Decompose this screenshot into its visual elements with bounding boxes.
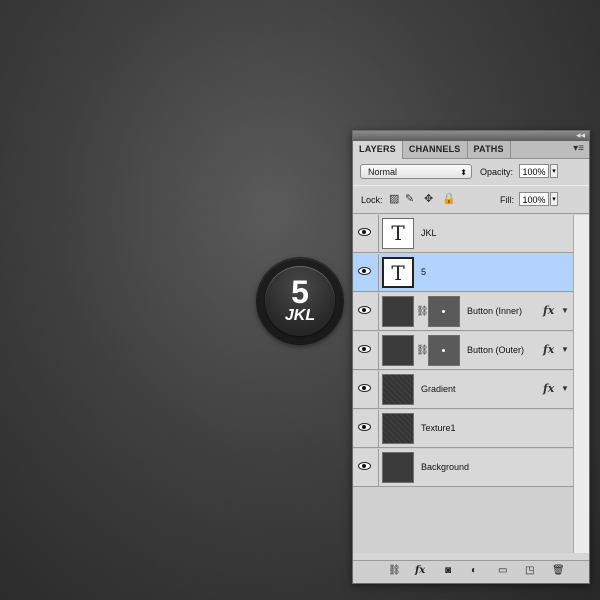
lock-position-icon[interactable]: ✥ [424, 193, 433, 205]
layer-name: Background [421, 462, 470, 472]
new-group-icon[interactable]: ▭ [498, 565, 507, 577]
layer-row[interactable]: Background [353, 449, 573, 487]
layer-name: JKL [421, 228, 437, 238]
blend-mode-select[interactable]: Normal ⬍ [360, 164, 472, 179]
expand-effects-icon[interactable]: ▼ [561, 345, 569, 354]
link-icon[interactable]: ⛓ [416, 345, 429, 356]
layer-thumbnail [382, 452, 414, 483]
fill-input[interactable]: 100% [519, 192, 549, 206]
visibility-toggle[interactable] [353, 410, 379, 447]
new-layer-icon[interactable]: ◳ [525, 565, 534, 577]
tab-paths[interactable]: PATHS [468, 141, 511, 158]
visibility-toggle[interactable] [353, 449, 379, 486]
eye-icon [358, 306, 371, 314]
shape-layer-thumbnail [382, 335, 414, 366]
expand-effects-icon[interactable]: ▼ [561, 306, 569, 315]
fill-dropdown-icon[interactable]: ▾ [550, 192, 558, 206]
shape-layer-thumbnail [382, 296, 414, 327]
layer-row[interactable]: T JKL [353, 215, 573, 253]
layer-name: Texture1 [421, 423, 456, 433]
layers-scrollbar[interactable] [573, 215, 589, 553]
eye-icon [358, 423, 371, 431]
select-arrows-icon: ⬍ [460, 168, 467, 177]
layer-name: Button (Outer) [467, 345, 525, 355]
panel-tabs: LAYERS CHANNELS PATHS ▾≡ [353, 141, 589, 159]
lock-label: Lock: [361, 195, 383, 205]
layers-list: T JKL T 5 ⛓ Button (Inner) fx ▼ ⛓ Button… [353, 215, 589, 553]
lock-image-pixels-icon[interactable]: ✎ [405, 193, 414, 205]
eye-icon [358, 345, 371, 353]
panel-titlebar[interactable]: ◂◂ [353, 129, 589, 141]
button-letters: JKL [284, 307, 316, 324]
layer-row-selected[interactable]: T 5 [353, 254, 573, 292]
blend-mode-value: Normal [368, 167, 398, 177]
fill-label: Fill: [500, 195, 514, 205]
link-layers-icon[interactable]: ⛓ [388, 565, 401, 577]
link-icon[interactable]: ⛓ [416, 306, 429, 317]
fx-icon[interactable]: fx [543, 304, 554, 317]
opacity-label: Opacity: [480, 167, 514, 177]
eye-icon [358, 267, 371, 275]
opacity-input[interactable]: 100% [519, 164, 549, 178]
panel-menu-icon[interactable]: ▾≡ [573, 143, 584, 154]
keypad-button: 5 JKL [257, 258, 343, 344]
keypad-button-face: 5 JKL [265, 266, 335, 336]
layer-name: 5 [421, 267, 427, 277]
blend-opacity-row: Normal ⬍ Opacity: 100% ▾ [353, 159, 589, 185]
fx-icon[interactable]: fx [543, 382, 554, 395]
expand-effects-icon[interactable]: ▼ [561, 384, 569, 393]
layer-row[interactable]: Gradient fx ▼ [353, 371, 573, 409]
lock-transparent-pixels-icon[interactable]: ▨ [389, 193, 399, 205]
layer-row[interactable]: ⛓ Button (Inner) fx ▼ [353, 293, 573, 331]
layers-panel: ◂◂ LAYERS CHANNELS PATHS ▾≡ Normal ⬍ Opa… [352, 130, 590, 584]
layer-row[interactable]: ⛓ Button (Outer) fx ▼ [353, 332, 573, 370]
layer-name: Button (Inner) [467, 306, 523, 316]
layer-name: Gradient [421, 384, 456, 394]
lock-all-icon[interactable]: 🔒 [442, 193, 456, 205]
eye-icon [358, 384, 371, 392]
text-layer-thumbnail: T [382, 218, 414, 249]
visibility-toggle[interactable] [353, 254, 379, 291]
visibility-toggle[interactable] [353, 215, 379, 252]
layer-thumbnail [382, 374, 414, 405]
vector-mask-thumbnail [428, 296, 460, 327]
add-mask-icon[interactable]: ◙ [445, 565, 451, 577]
layer-row[interactable]: Texture1 [353, 410, 573, 448]
visibility-toggle[interactable] [353, 293, 379, 330]
lock-fill-row: Lock: ▨ ✎ ✥ 🔒 Fill: 100% ▾ [353, 185, 589, 214]
opacity-dropdown-icon[interactable]: ▾ [550, 164, 558, 178]
fx-icon[interactable]: fx [543, 343, 554, 356]
tab-layers[interactable]: LAYERS [353, 141, 403, 159]
visibility-toggle[interactable] [353, 371, 379, 408]
vector-mask-thumbnail [428, 335, 460, 366]
adjustment-layer-icon[interactable]: ◐ [471, 565, 477, 577]
eye-icon [358, 228, 371, 236]
layer-thumbnail [382, 413, 414, 444]
panel-bottom-toolbar: ⛓ fx ◙ ◐ ▭ ◳ 🗑 [353, 560, 589, 583]
eye-icon [358, 462, 371, 470]
collapse-panel-icon[interactable]: ◂◂ [576, 129, 585, 141]
tab-channels[interactable]: CHANNELS [403, 141, 468, 158]
add-layer-style-icon[interactable]: fx [415, 565, 425, 577]
visibility-toggle[interactable] [353, 332, 379, 369]
delete-layer-icon[interactable]: 🗑 [552, 565, 565, 577]
button-number: 5 [291, 274, 309, 310]
text-layer-thumbnail: T [382, 257, 414, 288]
